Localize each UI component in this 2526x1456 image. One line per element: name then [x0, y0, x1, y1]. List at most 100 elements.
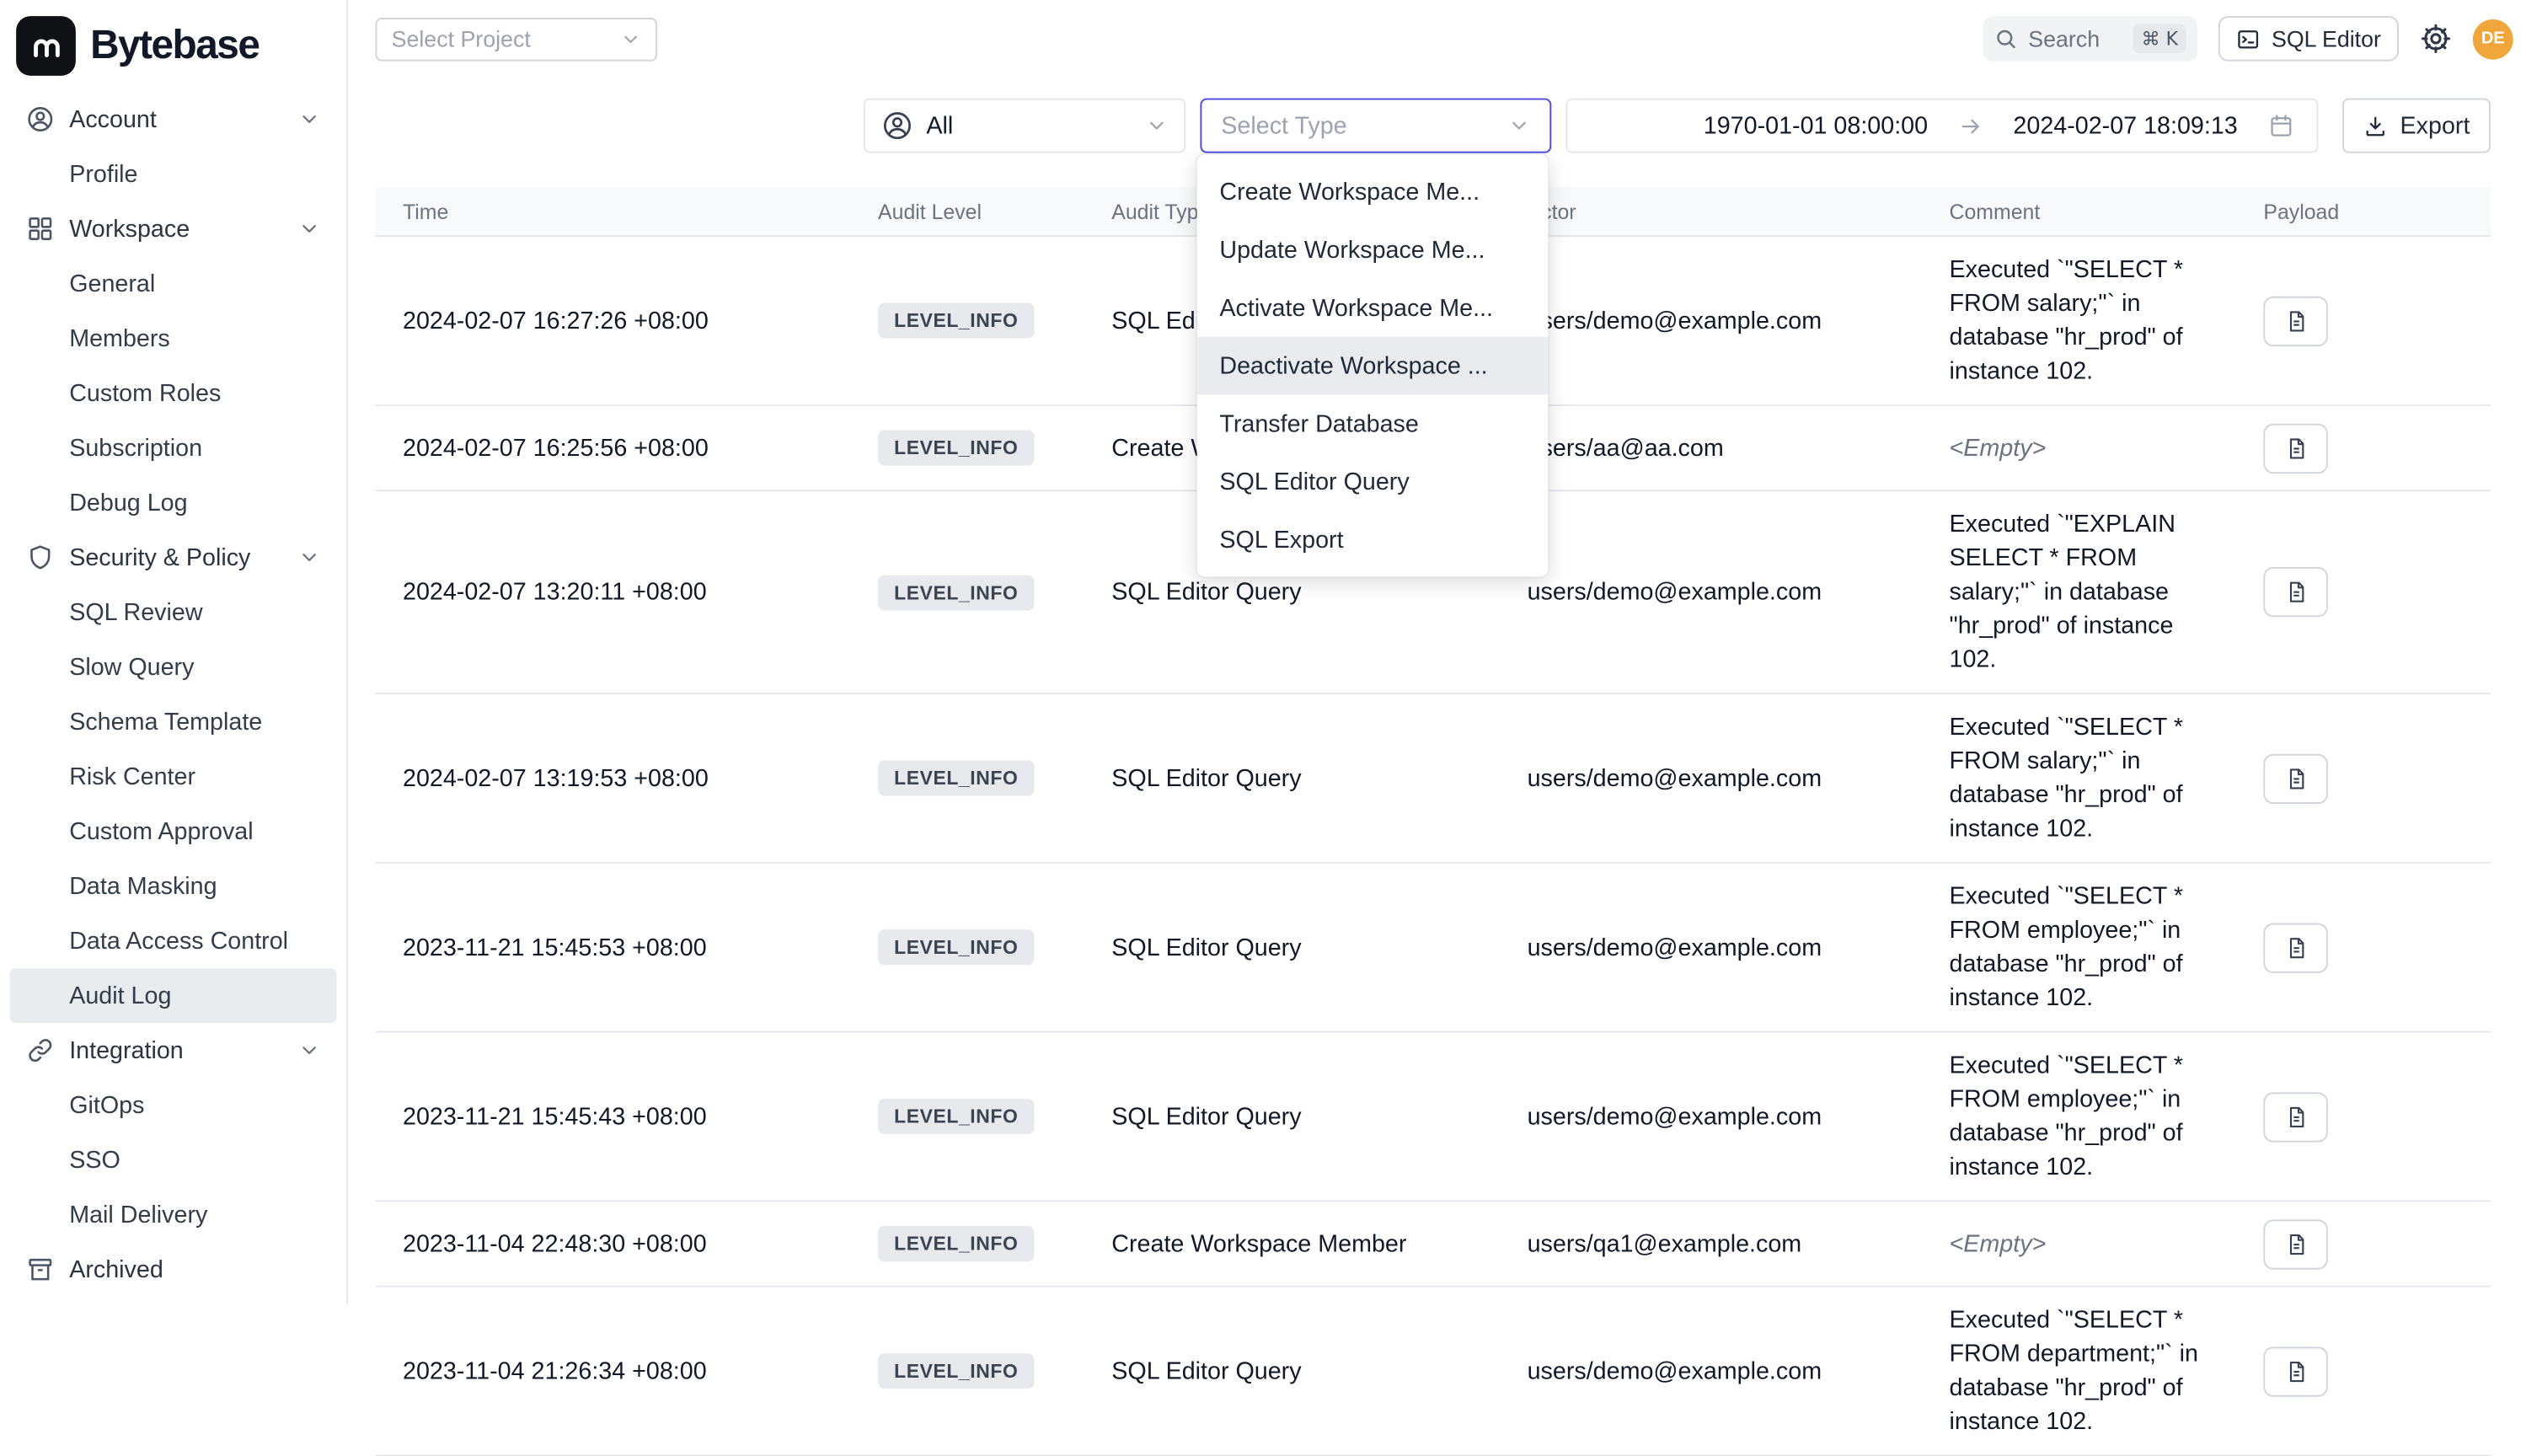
dropdown-item-activate-workspace-member[interactable]: Activate Workspace Me... — [1197, 279, 1549, 337]
sidebar-item-debug-log[interactable]: Debug Log — [9, 475, 336, 530]
payload-view-button[interactable] — [2263, 1346, 2327, 1395]
column-header-payload: Payload — [2236, 199, 2489, 223]
sidebar-item-integration[interactable]: Integration — [9, 1023, 336, 1078]
project-select[interactable]: Select Project — [375, 17, 657, 61]
sidebar-item-label: General — [69, 270, 155, 297]
sidebar-item-slow-query[interactable]: Slow Query — [9, 640, 336, 694]
cell-audit-level: LEVEL_INFO — [851, 929, 1084, 965]
sidebar-item-label: GitOps — [69, 1091, 144, 1119]
type-filter-select[interactable]: Select Type — [1200, 99, 1551, 153]
date-from-value: 1970-01-01 08:00:00 — [1704, 112, 1928, 140]
sidebar-item-security-policy[interactable]: Security & Policy — [9, 530, 336, 585]
sidebar-item-label: Profile — [69, 160, 137, 188]
payload-view-button[interactable] — [2263, 1218, 2327, 1268]
sidebar-item-custom-approval[interactable]: Custom Approval — [9, 804, 336, 859]
sidebar-item-data-masking[interactable]: Data Masking — [9, 859, 336, 913]
brand-logo[interactable]: Bytebase — [9, 13, 336, 92]
cell-actor: users/aa@aa.com — [1500, 434, 1922, 462]
table-row: 2023-11-21 15:45:43 +08:00 LEVEL_INFO SQ… — [375, 1033, 2490, 1202]
sidebar-item-schema-template[interactable]: Schema Template — [9, 694, 336, 749]
sidebar-item-subscription[interactable]: Subscription — [9, 420, 336, 475]
cell-audit-type: SQL Editor Query — [1084, 578, 1500, 606]
cell-audit-type: Create Workspace Member — [1084, 1230, 1500, 1258]
sidebar-item-members[interactable]: Members — [9, 311, 336, 366]
sidebar-item-custom-roles[interactable]: Custom Roles — [9, 366, 336, 420]
type-filter-placeholder: Select Type — [1221, 112, 1346, 140]
project-select-value: Select Project — [392, 26, 531, 52]
level-badge: LEVEL_INFO — [878, 1226, 1034, 1261]
dropdown-item-transfer-database[interactable]: Transfer Database — [1197, 394, 1549, 452]
dropdown-item-deactivate-workspace-member[interactable]: Deactivate Workspace ... — [1197, 337, 1549, 395]
payload-view-button[interactable] — [2263, 1091, 2327, 1141]
sidebar-item-archived[interactable]: Archived — [9, 1242, 336, 1297]
sidebar-nav: Account Profile Workspace General Member… — [9, 92, 336, 1297]
grid-icon — [26, 214, 55, 243]
cell-payload — [2236, 567, 2489, 617]
table-row: 2024-02-07 13:19:53 +08:00 LEVEL_INFO SQ… — [375, 694, 2490, 864]
cell-payload — [2236, 753, 2489, 803]
dropdown-item-create-workspace-member[interactable]: Create Workspace Me... — [1197, 163, 1549, 221]
level-badge: LEVEL_INFO — [878, 575, 1034, 610]
sidebar-item-sql-review[interactable]: SQL Review — [9, 585, 336, 640]
actor-filter-value: All — [926, 112, 953, 140]
cell-actor: users/demo@example.com — [1500, 307, 1922, 335]
sidebar-item-label: Subscription — [69, 434, 202, 462]
sidebar-item-audit-log[interactable]: Audit Log — [9, 968, 336, 1023]
date-to-value: 2024-02-07 18:09:13 — [2013, 112, 2237, 140]
sidebar-item-data-access-control[interactable]: Data Access Control — [9, 913, 336, 968]
sidebar-item-general[interactable]: General — [9, 256, 336, 311]
chevron-down-icon — [620, 28, 641, 49]
payload-view-button[interactable] — [2263, 567, 2327, 617]
sidebar-item-account[interactable]: Account — [9, 92, 336, 147]
export-button[interactable]: Export — [2342, 99, 2491, 153]
cell-audit-level: LEVEL_INFO — [851, 1226, 1084, 1261]
sidebar-item-mail-delivery[interactable]: Mail Delivery — [9, 1187, 336, 1242]
brand-name: Bytebase — [90, 23, 259, 69]
cell-time: 2023-11-04 22:48:30 +08:00 — [375, 1230, 850, 1258]
sidebar-item-label: Debug Log — [69, 489, 187, 517]
sidebar-item-gitops[interactable]: GitOps — [9, 1078, 336, 1132]
cell-audit-type: SQL Editor Query — [1084, 1103, 1500, 1131]
dropdown-item-sql-editor-query[interactable]: SQL Editor Query — [1197, 452, 1549, 511]
level-badge: LEVEL_INFO — [878, 1353, 1034, 1389]
dropdown-item-update-workspace-member[interactable]: Update Workspace Me... — [1197, 221, 1549, 279]
cell-time: 2024-02-07 13:19:53 +08:00 — [375, 764, 850, 792]
sidebar-item-risk-center[interactable]: Risk Center — [9, 749, 336, 804]
sidebar-item-profile[interactable]: Profile — [9, 147, 336, 201]
cell-audit-level: LEVEL_INFO — [851, 1353, 1084, 1389]
dropdown-item-sql-export[interactable]: SQL Export — [1197, 511, 1549, 569]
gear-icon[interactable] — [2420, 23, 2452, 55]
payload-view-button[interactable] — [2263, 753, 2327, 803]
sidebar-item-label: Data Masking — [69, 872, 217, 900]
cell-time: 2024-02-07 13:20:11 +08:00 — [375, 578, 850, 606]
payload-view-button[interactable] — [2263, 423, 2327, 473]
payload-view-button[interactable] — [2263, 923, 2327, 972]
cell-actor: users/demo@example.com — [1500, 934, 1922, 961]
cell-audit-level: LEVEL_INFO — [851, 431, 1084, 466]
cell-payload — [2236, 296, 2489, 345]
cell-payload — [2236, 423, 2489, 473]
actor-filter-select[interactable]: All — [864, 99, 1185, 153]
date-range-picker[interactable]: 1970-01-01 08:00:00 2024-02-07 18:09:13 — [1565, 99, 2318, 153]
file-icon — [2283, 1359, 2308, 1384]
main-content: Select Project Search ⌘ K SQL Editor DE — [348, 0, 2526, 1305]
file-icon — [2283, 1232, 2308, 1256]
search-input[interactable]: Search ⌘ K — [1983, 16, 2197, 62]
avatar[interactable]: DE — [2473, 19, 2513, 59]
column-header-time: Time — [375, 199, 850, 223]
chevron-down-icon — [298, 108, 321, 131]
cell-audit-type: SQL Editor Query — [1084, 934, 1500, 961]
sidebar-item-workspace[interactable]: Workspace — [9, 201, 336, 256]
payload-view-button[interactable] — [2263, 296, 2327, 345]
sidebar-item-sso[interactable]: SSO — [9, 1132, 336, 1187]
topbar: Select Project Search ⌘ K SQL Editor DE — [348, 0, 2526, 78]
chevron-down-icon — [298, 546, 321, 569]
level-badge: LEVEL_INFO — [878, 431, 1034, 466]
sql-editor-button[interactable]: SQL Editor — [2218, 16, 2399, 62]
sidebar: Bytebase Account Profile Workspace Gener… — [0, 0, 348, 1305]
level-badge: LEVEL_INFO — [878, 302, 1034, 338]
sidebar-item-label: Risk Center — [69, 763, 195, 790]
topbar-right: Search ⌘ K SQL Editor DE — [1983, 16, 2513, 62]
sidebar-item-label: Integration — [69, 1036, 184, 1064]
chevron-down-icon — [1145, 115, 1168, 137]
